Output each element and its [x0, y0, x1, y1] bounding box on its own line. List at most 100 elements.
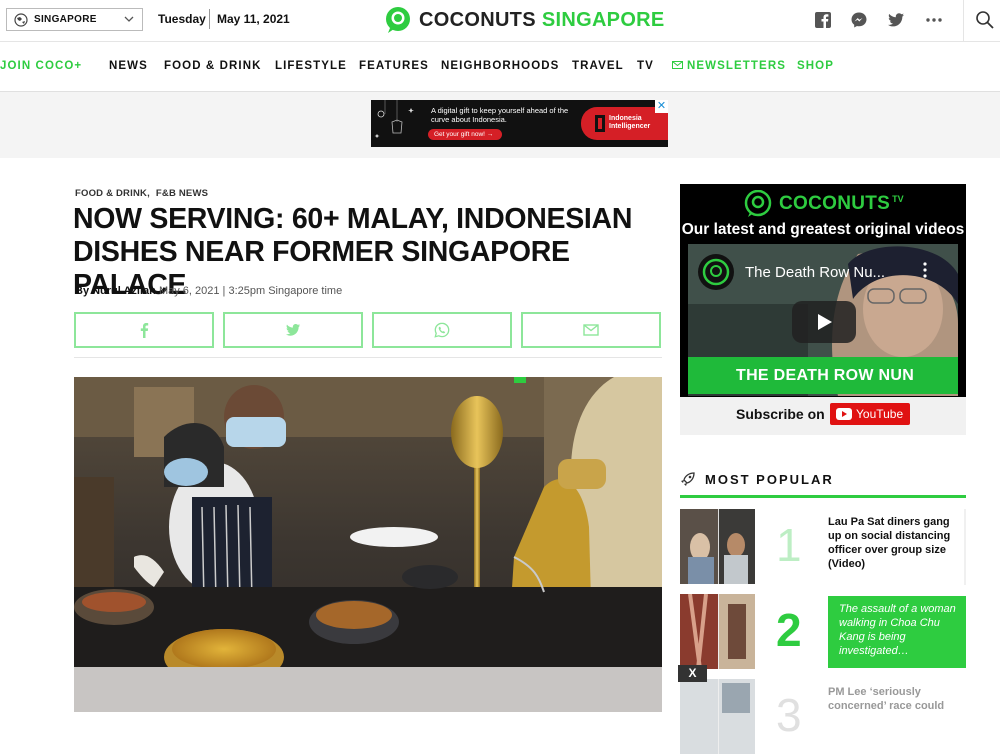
most-popular-header: MOST POPULAR	[680, 470, 966, 498]
topbar-divider	[963, 0, 964, 42]
publish-timestamp: May 6, 2021 | 3:25pm Singapore time	[158, 285, 343, 297]
story-thumbnail	[680, 509, 755, 584]
story-thumbnail	[680, 679, 755, 754]
author-name[interactable]: By Nurul Azliah	[75, 285, 156, 297]
nav-label: JOIN COCO+	[0, 60, 83, 72]
youtube-label: YouTube	[856, 407, 904, 421]
story-title: Lau Pa Sat diners gang up on social dist…	[828, 516, 951, 570]
youtube-subscribe-button[interactable]: YouTube	[830, 403, 910, 425]
date-divider	[209, 9, 210, 29]
email-icon	[583, 324, 599, 336]
tv-logo-sup: TV	[892, 194, 904, 204]
nav-item-neighborhoods[interactable]: NEIGHBORHOODS	[441, 60, 559, 72]
city-label: SINGAPORE	[34, 14, 97, 25]
nav-item-features[interactable]: FEATURES	[359, 60, 429, 72]
nav-label: FOOD & DRINK	[164, 60, 262, 72]
share-bar	[74, 312, 662, 348]
share-email-button[interactable]	[521, 312, 661, 348]
youtube-icon	[836, 408, 852, 420]
nav-label: LIFESTYLE	[275, 60, 347, 72]
facebook-icon[interactable]	[814, 11, 832, 29]
brand-mark-icon	[595, 115, 605, 132]
most-popular-heading: MOST POPULAR	[705, 472, 834, 487]
messenger-icon[interactable]	[850, 11, 868, 29]
logo-city-text: SINGAPORE	[541, 8, 665, 31]
nav-label: SHOP	[797, 60, 834, 72]
ad-close-button[interactable]: ✕	[655, 100, 668, 113]
chevron-down-icon	[124, 16, 134, 22]
globe-icon	[14, 12, 28, 27]
main-nav: JOIN COCO+ NEWS FOOD & DRINK LIFESTYLE F…	[0, 42, 1000, 92]
banner-ad[interactable]: A digital gift to keep yourself ahead of…	[371, 100, 668, 147]
coconut-logo-icon	[744, 190, 772, 217]
site-logo[interactable]: COCONUTS SINGAPORE	[384, 6, 665, 34]
ad-copy: A digital gift to keep yourself ahead of…	[431, 106, 569, 124]
subscribe-bar: Subscribe on YouTube	[680, 397, 966, 435]
nav-label: NEWS	[109, 60, 148, 72]
tv-tagline: Our latest and greatest original videos	[681, 221, 965, 238]
nav-item-food-drink[interactable]: FOOD & DRINK	[164, 60, 262, 72]
top-bar: SINGAPORE Tuesday May 11, 2021 COCONUTS S…	[0, 0, 1000, 42]
restaurant-buffet-photo	[74, 377, 662, 712]
twitter-icon[interactable]	[887, 11, 905, 29]
rocket-icon	[681, 472, 695, 486]
lantern-decoration-icon	[374, 100, 414, 138]
rank-number: 3	[776, 689, 802, 741]
overlay-close-button[interactable]: X	[678, 665, 707, 682]
twitter-icon	[285, 324, 301, 336]
tv-video-player[interactable]: The Death Row Nu... THE DEATH ROW NUN	[688, 244, 958, 396]
nav-item-join-coco[interactable]: JOIN COCO+	[0, 60, 82, 72]
envelope-icon	[672, 61, 683, 69]
nav-item-tv[interactable]: TV	[637, 60, 654, 72]
whatsapp-icon	[434, 322, 450, 338]
more-options-icon[interactable]	[925, 11, 943, 29]
category-link[interactable]: F&B NEWS	[156, 188, 208, 199]
ad-cta-button[interactable]: Get your gift now! →	[428, 129, 502, 140]
nav-item-travel[interactable]: TRAVEL	[572, 60, 624, 72]
ad-brand-line1: Indonesia	[609, 115, 642, 122]
story-title: The assault of a woman walking in Choa C…	[839, 603, 956, 657]
most-popular-item[interactable]: 1 Lau Pa Sat diners gang up on social di…	[680, 509, 966, 585]
story-title: PM Lee ‘seriously concerned’ race could	[828, 686, 945, 712]
article-byline: By Nurul Azliah May 6, 2021 | 3:25pm Sin…	[75, 285, 342, 297]
nav-label: NEWSLETTERS	[687, 60, 786, 72]
logo-main-text: COCONUTS	[419, 8, 536, 31]
coconuts-tv-widget: COCONUTS TV Our latest and greatest origi…	[680, 184, 966, 435]
article-hero-image[interactable]	[74, 377, 662, 712]
coconut-logo-icon	[386, 7, 410, 33]
most-popular-item[interactable]: 3 PM Lee ‘seriously concerned’ race coul…	[680, 679, 966, 755]
rank-number: 1	[776, 519, 802, 571]
story-thumbnail	[680, 594, 755, 669]
nav-item-shop[interactable]: SHOP	[797, 60, 834, 72]
article-categories: FOOD & DRINK, F&B NEWS	[75, 188, 214, 199]
city-selector[interactable]: SINGAPORE	[6, 8, 143, 31]
nav-item-newsletters[interactable]: NEWSLETTERS	[672, 60, 786, 72]
tv-logo: COCONUTS TV	[743, 190, 904, 218]
video-title: The Death Row Nu...	[745, 264, 886, 281]
logo-wordmark: COCONUTS SINGAPORE	[419, 9, 665, 32]
nav-label: TV	[637, 60, 654, 72]
video-banner-text: THE DEATH ROW NUN	[736, 367, 915, 384]
search-icon[interactable]	[975, 10, 995, 30]
video-banner: THE DEATH ROW NUN	[688, 357, 958, 394]
rank-number: 2	[776, 604, 802, 656]
current-date: May 11, 2021	[217, 12, 290, 26]
most-popular-item[interactable]: 2 The assault of a woman walking in Choa…	[680, 594, 966, 670]
nav-label: TRAVEL	[572, 60, 624, 72]
current-day: Tuesday	[158, 12, 206, 26]
nav-label: FEATURES	[359, 60, 429, 72]
article-divider	[74, 357, 662, 358]
share-twitter-button[interactable]	[223, 312, 363, 348]
share-facebook-button[interactable]	[74, 312, 214, 348]
share-whatsapp-button[interactable]	[372, 312, 512, 348]
facebook-icon	[140, 323, 149, 338]
nav-item-news[interactable]: NEWS	[109, 60, 148, 72]
hero-bottom-overlay	[74, 667, 662, 712]
ad-brand-line2: Intelligencer	[609, 123, 651, 130]
subscribe-label: Subscribe on	[736, 406, 825, 422]
nav-label: NEIGHBORHOODS	[441, 60, 560, 72]
category-link[interactable]: FOOD & DRINK,	[75, 188, 150, 199]
play-button-icon[interactable]	[792, 301, 856, 343]
item-side-rule	[964, 509, 966, 585]
nav-item-lifestyle[interactable]: LIFESTYLE	[275, 60, 347, 72]
